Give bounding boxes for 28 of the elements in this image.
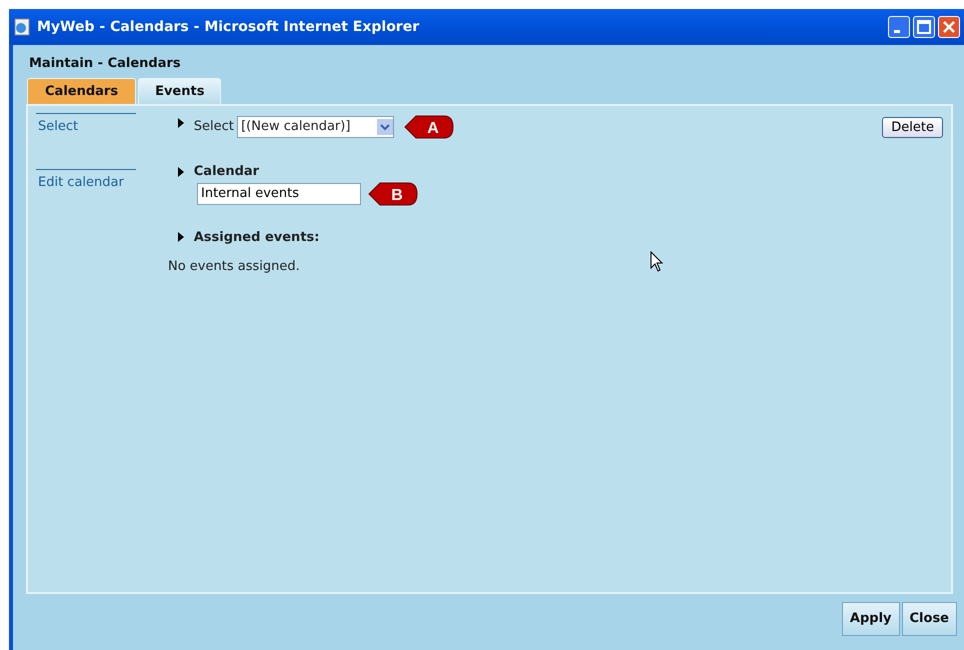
delete-button[interactable]: Delete [882, 116, 943, 138]
maximize-icon [916, 20, 931, 34]
section-heading: Calendar [194, 163, 260, 181]
maximize-button[interactable] [912, 16, 935, 38]
callout-marker: A [404, 115, 454, 139]
minimize-icon [894, 30, 900, 33]
sidebar-link[interactable]: Select [36, 113, 136, 136]
footer-button[interactable]: Apply [842, 602, 900, 636]
window-title: MyWeb - Calendars - Microsoft Internet Explorer [37, 18, 420, 36]
expand-arrow-icon [178, 166, 184, 177]
browser-icon [13, 18, 31, 36]
mouse-cursor-icon [650, 251, 664, 273]
footer-button[interactable]: Close [902, 602, 957, 636]
callout-marker: B [368, 182, 418, 206]
sidebar-link[interactable]: Edit calendar [36, 168, 136, 192]
minimize-button[interactable] [888, 16, 910, 38]
expand-arrow-icon [178, 118, 184, 128]
section-heading: Assigned events: [194, 228, 320, 246]
tab[interactable]: Calendars [27, 78, 136, 104]
close-button[interactable] [938, 16, 960, 38]
calendar-dropdown[interactable]: [(New calendar)] [237, 116, 394, 138]
calendar-name-field[interactable]: Internal events [197, 182, 361, 204]
empty-message: No events assigned. [168, 259, 300, 274]
page-title: Maintain - Calendars [29, 56, 181, 71]
expand-arrow-icon [178, 232, 184, 242]
tab[interactable]: Events [138, 78, 222, 104]
close-icon [942, 20, 956, 34]
select-label: Select [194, 118, 234, 136]
